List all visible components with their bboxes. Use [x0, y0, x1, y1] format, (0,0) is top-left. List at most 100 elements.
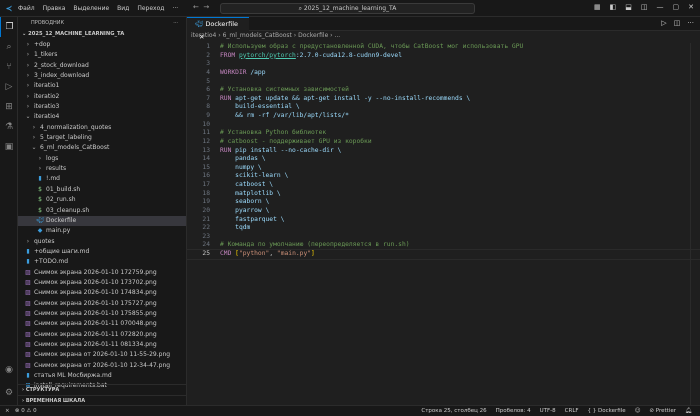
- file-item[interactable]: ▮ статья ML Мосбиржа.md: [18, 371, 186, 381]
- code-line: 15 numpy \: [187, 164, 700, 173]
- code-token: /app: [250, 68, 266, 76]
- problems-indicator[interactable]: ⊗ 0 ⚠ 0: [15, 408, 37, 414]
- code-token: ,: [269, 250, 277, 257]
- folder-item[interactable]: › iteratio1: [18, 81, 186, 91]
- file-item[interactable]: ▨ Снимок экрана от 2026-01-10 11-55-29.pn…: [18, 350, 186, 360]
- settings-gear-icon[interactable]: ⚙: [0, 383, 18, 403]
- item-label: Снимок экрана от 2026-01-10 11-55-29.png: [34, 351, 171, 359]
- file-item[interactable]: ▮ !.md: [18, 174, 186, 184]
- toggle-sidebar-icon[interactable]: ◧: [610, 3, 617, 11]
- file-item[interactable]: ▨ Снимок экрана от 2026-01-10 12-34-47.pn…: [18, 361, 186, 371]
- folder-item[interactable]: › results: [18, 164, 186, 174]
- chevron-right-icon: ›: [32, 134, 36, 142]
- menu-item[interactable]: ···: [172, 5, 178, 12]
- folder-item[interactable]: › 5_target_labeling: [18, 133, 186, 143]
- editor-more-icon[interactable]: ···: [687, 19, 694, 27]
- code-editor[interactable]: 1 # Используем образ с предустановленной …: [186, 43, 700, 260]
- remote-icon[interactable]: ⨯: [5, 408, 10, 414]
- encoding[interactable]: UTF-8: [540, 406, 556, 416]
- item-label: статья ML Мосбиржа.md: [34, 372, 112, 379]
- file-item[interactable]: ▨ Снимок экрана 2026-01-10 174834.png: [18, 288, 186, 298]
- folder-item[interactable]: › logs: [18, 154, 186, 164]
- source-control-icon[interactable]: ⑂: [0, 57, 18, 77]
- folder-item[interactable]: › 2_stock_download: [18, 61, 186, 71]
- indentation[interactable]: Пробелов: 4: [496, 406, 531, 416]
- file-item[interactable]: ◆ main.py: [18, 226, 186, 236]
- file-item[interactable]: 🐳︎ Dockerfile: [18, 215, 186, 227]
- folder-item[interactable]: ⌄ 6_ml_models_CatBoost: [18, 143, 186, 153]
- file-item[interactable]: ▨ Снимок экрана 2026-01-10 172759.png: [18, 268, 186, 278]
- workspace-root[interactable]: ⌄ 2025_12_MACHINE_LEARNING_TA: [18, 29, 186, 40]
- line-number: 1: [206, 43, 210, 50]
- minimize-icon[interactable]: —: [657, 3, 664, 11]
- notifications-bell-icon[interactable]: 🔔︎: [685, 406, 692, 416]
- menu-item[interactable]: Переход: [137, 5, 164, 12]
- file-item[interactable]: $01_build.sh: [18, 185, 186, 195]
- breadcrumb-item[interactable]: iteratio4: [191, 32, 216, 39]
- maximize-icon[interactable]: ▢: [673, 3, 680, 11]
- file-item[interactable]: ▨ Снимок экрана 2026-01-10 173702.png: [18, 278, 186, 288]
- toggle-secondary-sidebar-icon[interactable]: ◫: [641, 3, 648, 11]
- prettier-status[interactable]: ⊘ Prettier: [649, 406, 676, 416]
- folder-item[interactable]: ⌄ iteratio4: [18, 112, 186, 122]
- item-label: Снимок экрана 2026-01-11 070048.png: [34, 320, 157, 328]
- menu-item[interactable]: Выделение: [73, 5, 109, 12]
- line-number: 18: [202, 189, 210, 197]
- menu-item[interactable]: Правка: [43, 5, 66, 12]
- account-icon[interactable]: ◉: [0, 360, 18, 380]
- item-label: Снимок экрана 2026-01-10 175855.png: [34, 309, 157, 317]
- more-actions-icon[interactable]: ···: [173, 17, 178, 29]
- line-number: 13: [202, 146, 210, 154]
- folder-item[interactable]: › quotes: [18, 237, 186, 247]
- toggle-panel-icon[interactable]: ⬓: [625, 3, 632, 11]
- folder-item[interactable]: › 4_normalization_quotes: [18, 123, 186, 133]
- file-item[interactable]: ▮ +TODO.md: [18, 257, 186, 267]
- file-item[interactable]: ▨ Снимок экрана 2026-01-11 070048.png: [18, 319, 186, 329]
- item-label: iteratio1: [34, 82, 60, 90]
- language-label: Dockerfile: [598, 408, 626, 414]
- run-icon[interactable]: ▷: [661, 19, 666, 27]
- outline-section[interactable]: › СТРУКТУРА: [18, 384, 187, 395]
- folder-item[interactable]: › 3_index_download: [18, 71, 186, 81]
- file-item[interactable]: ▨ Снимок экрана 2026-01-10 175727.png: [18, 299, 186, 309]
- breadcrumb-item[interactable]: ...: [334, 32, 340, 39]
- folder-item[interactable]: › iteratio2: [18, 92, 186, 102]
- breadcrumb-item[interactable]: Dockerfile: [298, 32, 328, 39]
- line-ending[interactable]: CRLF: [565, 406, 579, 416]
- file-item[interactable]: ▨ Снимок экрана 2026-01-10 175855.png: [18, 309, 186, 319]
- chevron-right-icon: ›: [26, 41, 30, 48]
- file-item[interactable]: $02_run.sh: [18, 195, 186, 205]
- file-item[interactable]: ▮ +общие шаги.md: [18, 247, 186, 257]
- line-number: 25: [202, 250, 210, 257]
- search-icon[interactable]: ⌕: [0, 37, 18, 57]
- split-editor-icon[interactable]: ◫: [674, 19, 681, 27]
- file-item[interactable]: ▨ Снимок экрана 2026-01-11 072820.png: [18, 330, 186, 340]
- docker-icon[interactable]: ▣: [0, 137, 18, 157]
- run-debug-icon[interactable]: ▷: [0, 77, 18, 97]
- folder-item[interactable]: › iteratio3: [18, 102, 186, 112]
- command-center-search[interactable]: ⌕ 2025_12_machine_learning_TA: [220, 3, 475, 14]
- menu-item[interactable]: Вид: [117, 5, 129, 12]
- folder-item[interactable]: › +dop: [18, 40, 186, 50]
- extensions-icon[interactable]: ⊞: [0, 97, 18, 117]
- language-mode[interactable]: { } Dockerfile: [588, 406, 626, 416]
- folder-item[interactable]: › 1_tikers: [18, 50, 186, 60]
- item-label: Снимок экрана 2026-01-11 081334.png: [34, 340, 157, 348]
- customize-layout-icon[interactable]: ▦: [594, 3, 601, 11]
- tab-dockerfile[interactable]: 🐳︎ Dockerfile ✕: [187, 17, 249, 41]
- file-item[interactable]: ▨ Снимок экрана 2026-01-11 081334.png: [18, 340, 186, 350]
- cursor-position[interactable]: Строка 25, столбец 26: [421, 406, 486, 416]
- nav-arrows[interactable]: ← →: [193, 3, 209, 11]
- line-number: 16: [202, 172, 210, 180]
- copilot-icon[interactable]: ☺: [635, 406, 641, 416]
- code-line: 7 RUN apt-get update && apt-get install -…: [187, 95, 700, 104]
- code-line: 23: [187, 233, 700, 242]
- editor-scrollbar[interactable]: [690, 43, 700, 405]
- menu-item[interactable]: Файл: [18, 5, 35, 12]
- testing-icon[interactable]: ⚗: [0, 117, 18, 137]
- breadcrumb-item[interactable]: 6_ml_models_CatBoost: [223, 32, 292, 39]
- line-number: 23: [202, 232, 210, 240]
- explorer-icon[interactable]: ❐: [0, 17, 18, 37]
- file-item[interactable]: $03_cleanup.sh: [18, 206, 186, 216]
- close-icon[interactable]: ✕: [688, 3, 694, 11]
